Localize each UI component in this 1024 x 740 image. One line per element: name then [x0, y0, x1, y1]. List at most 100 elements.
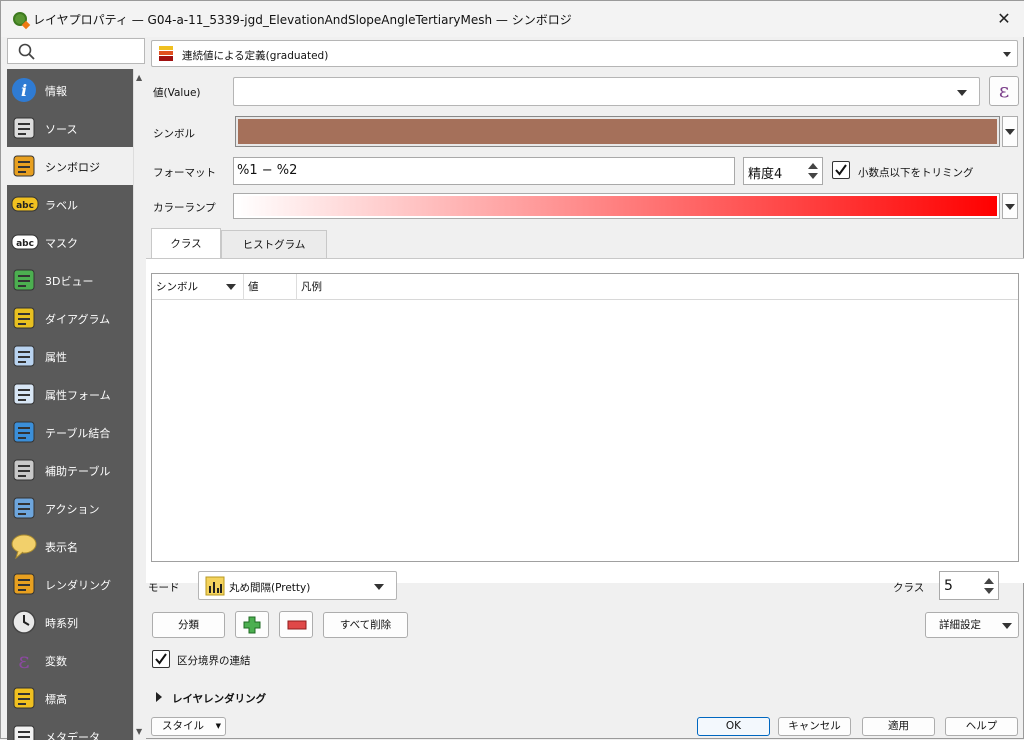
layer-rendering-toggle[interactable]: レイヤレンダリング: [172, 691, 266, 706]
legend-format-input[interactable]: %1 − %2: [233, 157, 735, 185]
sidebar-item-variables[interactable]: ε 変数: [7, 641, 133, 679]
add-class-button[interactable]: [235, 611, 269, 638]
chevron-down-icon: [1003, 52, 1011, 57]
labels-icon: abc: [11, 191, 39, 217]
symbol-menu-button[interactable]: [1002, 116, 1018, 147]
symbol-button[interactable]: [235, 116, 1000, 147]
sidebar-item-attributes[interactable]: 属性: [7, 337, 133, 375]
sidebar-item-display[interactable]: 表示名: [7, 527, 133, 565]
svg-text:ε: ε: [18, 649, 29, 673]
sidebar-item-label: 3Dビュー: [45, 275, 94, 288]
chevron-down-icon: [1005, 204, 1015, 210]
expression-button[interactable]: ε: [989, 76, 1019, 106]
expand-arrow-icon[interactable]: [156, 692, 162, 702]
cancel-button[interactable]: キャンセル: [778, 717, 851, 736]
elevation-icon: [11, 685, 39, 711]
display-icon: [11, 533, 39, 560]
symbology-panel: 連続値による定義(graduated) 値(Value) ε シンボル フォーマ…: [146, 37, 1024, 740]
sidebar-item-rendering[interactable]: レンダリング: [7, 565, 133, 603]
sidebar-item-label: 表示名: [45, 541, 78, 554]
column-header-value[interactable]: 値: [244, 274, 297, 300]
style-menu-button[interactable]: スタイル ▼: [151, 717, 226, 736]
trim-checkbox[interactable]: [832, 161, 850, 179]
link-boundaries-checkbox[interactable]: [152, 650, 170, 668]
close-button[interactable]: ✕: [991, 7, 1017, 31]
chevron-down-icon: [1005, 129, 1015, 135]
sidebar-item-label: 補助テーブル: [45, 465, 111, 478]
sidebar-item-joins[interactable]: テーブル結合: [7, 413, 133, 451]
scroll-up-icon[interactable]: ▲: [136, 73, 142, 82]
sidebar-item-label: 属性: [45, 351, 67, 364]
sidebar-item-attributes-form[interactable]: 属性フォーム: [7, 375, 133, 413]
sort-indicator-icon: [226, 284, 236, 290]
precision-spinbox[interactable]: 精度4: [743, 157, 823, 185]
renderer-select[interactable]: 連続値による定義(graduated): [151, 40, 1018, 67]
spinner-arrows-icon[interactable]: [980, 575, 996, 597]
classes-table[interactable]: シンボル 値 凡例: [151, 273, 1019, 562]
sidebar-item-metadata[interactable]: メタデータ: [7, 717, 133, 740]
sidebar-item-labels[interactable]: abc ラベル: [7, 185, 133, 223]
sidebar-item-actions[interactable]: アクション: [7, 489, 133, 527]
color-ramp-gradient: [236, 196, 997, 216]
classify-button[interactable]: 分類: [152, 612, 225, 638]
ok-button[interactable]: OK: [697, 717, 770, 736]
qgis-logo-icon: [13, 12, 27, 26]
help-button[interactable]: ヘルプ: [945, 717, 1018, 736]
checkmark-icon: [835, 164, 847, 176]
mode-select-value: 丸め間隔(Pretty): [229, 582, 311, 594]
color-ramp-button[interactable]: [233, 193, 1000, 219]
sidebar-item-elevation[interactable]: 標高: [7, 679, 133, 717]
search-input[interactable]: [7, 38, 145, 64]
sidebar-item-temporal[interactable]: 時系列: [7, 603, 133, 641]
sidebar-item-info[interactable]: i 情報: [7, 71, 133, 109]
chevron-down-icon: [957, 90, 967, 96]
sidebar-scrollbar[interactable]: ▲ ▼: [133, 69, 146, 740]
trim-label: 小数点以下をトリミング: [858, 167, 974, 179]
color-ramp-menu-button[interactable]: [1002, 193, 1018, 219]
svg-text:i: i: [21, 81, 27, 100]
sidebar-item-label: マスク: [45, 237, 78, 250]
joins-icon: [11, 419, 39, 445]
sidebar-item-diagram[interactable]: ダイアグラム: [7, 299, 133, 337]
source-icon: [11, 115, 39, 141]
sidebar-item-label: シンボロジ: [45, 161, 100, 174]
title-bar: レイヤプロパティ — G04-a-11_5339-jgd_ElevationAn…: [1, 1, 1024, 37]
variables-icon: ε: [11, 647, 39, 674]
info-icon: i: [11, 77, 39, 103]
spinner-arrows-icon[interactable]: [804, 160, 820, 182]
mode-select[interactable]: 丸め間隔(Pretty): [198, 571, 397, 600]
chevron-down-icon: ▼: [215, 722, 221, 730]
remove-class-button[interactable]: [279, 611, 313, 638]
classes-count-label: クラス: [893, 582, 925, 594]
checkmark-icon: [155, 653, 167, 665]
apply-button[interactable]: 適用: [862, 717, 935, 736]
tab-histogram[interactable]: ヒストグラム: [221, 230, 327, 258]
rendering-icon: [11, 571, 39, 597]
sidebar-item-label: レンダリング: [45, 579, 111, 592]
sidebar-item-source[interactable]: ソース: [7, 109, 133, 147]
plus-icon: [243, 616, 261, 634]
sidebar-item-3d-view[interactable]: 3Dビュー: [7, 261, 133, 299]
sidebar-item-auxiliary-storage[interactable]: 補助テーブル: [7, 451, 133, 489]
tab-classes[interactable]: クラス: [151, 228, 221, 258]
delete-all-button[interactable]: すべて削除: [323, 612, 408, 638]
column-header-symbol[interactable]: シンボル: [152, 274, 244, 300]
advanced-button[interactable]: 詳細設定: [925, 612, 1019, 638]
sidebar-item-symbology[interactable]: シンボロジ: [7, 147, 133, 185]
column-header-legend[interactable]: 凡例: [297, 274, 1018, 300]
sidebar-item-label: 標高: [45, 693, 67, 706]
auxiliary-storage-icon: [11, 457, 39, 483]
classes-count-spinbox[interactable]: 5: [939, 571, 999, 600]
scroll-down-icon[interactable]: ▼: [136, 727, 142, 736]
sidebar-item-mask[interactable]: abc マスク: [7, 223, 133, 261]
svg-text:abc: abc: [16, 201, 34, 211]
value-field-select[interactable]: [233, 77, 980, 106]
sidebar-item-label: テーブル結合: [45, 427, 111, 440]
attributes-form-icon: [11, 381, 39, 407]
minus-icon: [287, 620, 307, 630]
sidebar-item-label: メタデータ: [45, 731, 100, 740]
chevron-down-icon: [374, 584, 384, 590]
symbol-color-swatch: [238, 119, 997, 144]
link-boundaries-label: 区分境界の連結: [177, 655, 251, 667]
sidebar-item-label: ラベル: [45, 199, 78, 212]
